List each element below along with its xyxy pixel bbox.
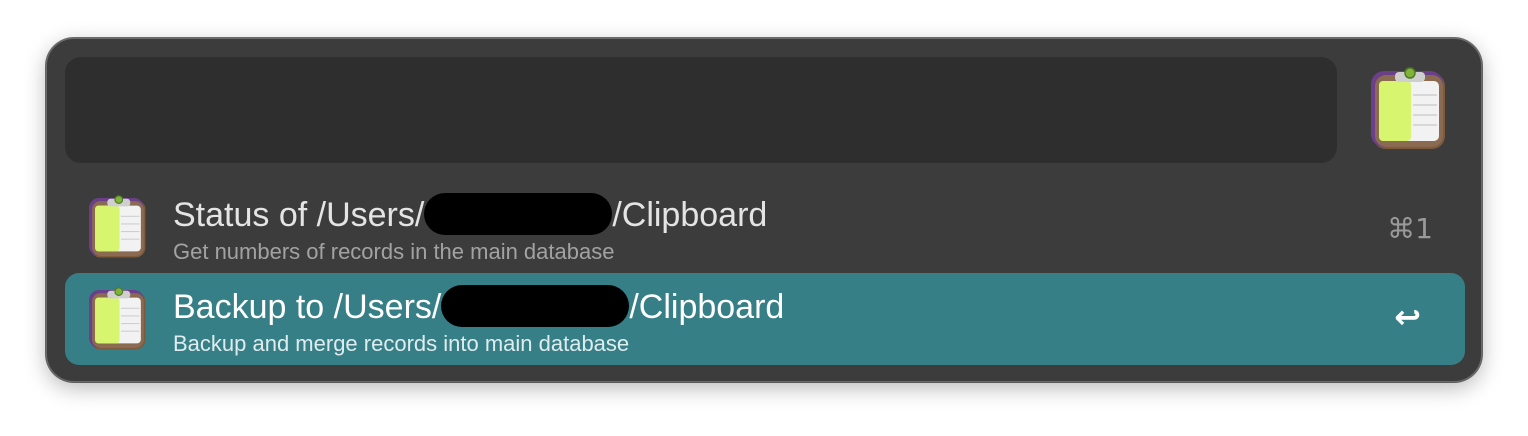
search-input[interactable] <box>65 57 1337 163</box>
result-subtitle: Get numbers of records in the main datab… <box>173 239 615 264</box>
command-shortcut-badge: ⌘1 <box>1387 212 1433 245</box>
launcher-window: Status of /Users/ /Clipboard Get numbers … <box>46 38 1482 382</box>
result-item-backup[interactable]: Backup to /Users/ /Clipboard Backup and m… <box>65 273 1465 365</box>
return-key-icon: ↩ <box>1394 298 1421 336</box>
result-subtitle: Backup and merge records into main datab… <box>173 331 630 356</box>
result-title-prefix: Status of /Users/ <box>173 196 425 234</box>
result-item-status[interactable]: Status of /Users/ /Clipboard Get numbers … <box>65 181 1465 273</box>
redacted-username <box>441 285 630 327</box>
result-title: Status of /Users/ /Clipboard <box>173 193 767 235</box>
clipboard-app-icon <box>87 195 149 259</box>
result-title-prefix: Backup to /Users/ <box>173 288 442 326</box>
clipboard-app-icon <box>1369 67 1449 151</box>
result-title-suffix: /Clipboard <box>612 196 768 234</box>
redacted-username <box>424 193 613 235</box>
clipboard-app-icon <box>87 287 149 351</box>
result-title-suffix: /Clipboard <box>629 288 785 326</box>
result-title: Backup to /Users/ /Clipboard <box>173 285 784 327</box>
